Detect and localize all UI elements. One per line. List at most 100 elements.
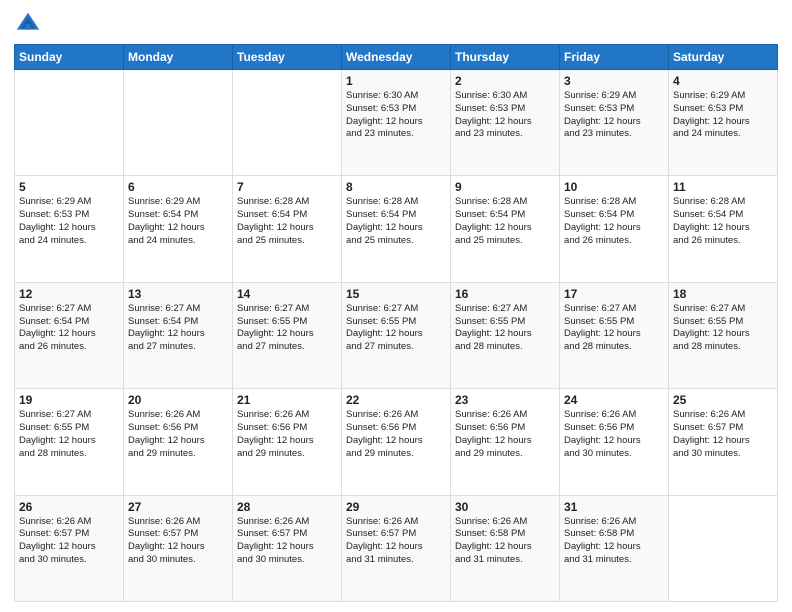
- calendar-cell: 10 Sunrise: 6:28 AM Sunset: 6:54 PM Dayli…: [560, 176, 669, 282]
- day-info: Sunrise: 6:29 AM Sunset: 6:53 PM Dayligh…: [673, 90, 773, 141]
- calendar-cell: 11 Sunrise: 6:28 AM Sunset: 6:54 PM Dayli…: [669, 176, 778, 282]
- day-number: 17: [564, 287, 664, 301]
- day-header-monday: Monday: [124, 45, 233, 70]
- day-number: 23: [455, 393, 555, 407]
- day-number: 8: [346, 180, 446, 194]
- week-row-5: 26 Sunrise: 6:26 AM Sunset: 6:57 PM Dayli…: [15, 495, 778, 601]
- logo-icon: [14, 10, 42, 38]
- day-info: Sunrise: 6:27 AM Sunset: 6:55 PM Dayligh…: [564, 303, 664, 354]
- day-number: 16: [455, 287, 555, 301]
- calendar-cell: 5 Sunrise: 6:29 AM Sunset: 6:53 PM Daylig…: [15, 176, 124, 282]
- week-row-4: 19Sunrise: 6:27 AM Sunset: 6:55 PM Dayli…: [15, 389, 778, 495]
- calendar-cell: 22Sunrise: 6:26 AM Sunset: 6:56 PM Dayli…: [342, 389, 451, 495]
- day-info: Sunrise: 6:27 AM Sunset: 6:55 PM Dayligh…: [455, 303, 555, 354]
- calendar-cell: 21 Sunrise: 6:26 AM Sunset: 6:56 PM Dayli…: [233, 389, 342, 495]
- calendar-cell: 20 Sunrise: 6:26 AM Sunset: 6:56 PM Dayli…: [124, 389, 233, 495]
- day-number: 29: [346, 500, 446, 514]
- day-info: Sunrise: 6:26 AM Sunset: 6:57 PM Dayligh…: [673, 409, 773, 460]
- day-header-sunday: Sunday: [15, 45, 124, 70]
- calendar-cell: 16 Sunrise: 6:27 AM Sunset: 6:55 PM Dayli…: [451, 282, 560, 388]
- calendar-cell: 17 Sunrise: 6:27 AM Sunset: 6:55 PM Dayli…: [560, 282, 669, 388]
- day-info: Sunrise: 6:30 AM Sunset: 6:53 PM Dayligh…: [346, 90, 446, 141]
- week-row-2: 5 Sunrise: 6:29 AM Sunset: 6:53 PM Daylig…: [15, 176, 778, 282]
- day-info: Sunrise: 6:28 AM Sunset: 6:54 PM Dayligh…: [673, 196, 773, 247]
- day-number: 19: [19, 393, 119, 407]
- calendar-cell: 12 Sunrise: 6:27 AM Sunset: 6:54 PM Dayli…: [15, 282, 124, 388]
- calendar-cell: [233, 70, 342, 176]
- day-info: Sunrise: 6:28 AM Sunset: 6:54 PM Dayligh…: [346, 196, 446, 247]
- day-info: Sunrise: 6:29 AM Sunset: 6:53 PM Dayligh…: [19, 196, 119, 247]
- calendar-cell: 25 Sunrise: 6:26 AM Sunset: 6:57 PM Dayli…: [669, 389, 778, 495]
- day-number: 4: [673, 74, 773, 88]
- calendar-cell: 27 Sunrise: 6:26 AM Sunset: 6:57 PM Dayli…: [124, 495, 233, 601]
- day-info: Sunrise: 6:27 AM Sunset: 6:54 PM Dayligh…: [19, 303, 119, 354]
- day-info: Sunrise: 6:26 AM Sunset: 6:57 PM Dayligh…: [128, 516, 228, 567]
- calendar-cell: 28 Sunrise: 6:26 AM Sunset: 6:57 PM Dayli…: [233, 495, 342, 601]
- calendar-cell: 8 Sunrise: 6:28 AM Sunset: 6:54 PM Daylig…: [342, 176, 451, 282]
- day-number: 12: [19, 287, 119, 301]
- day-number: 25: [673, 393, 773, 407]
- calendar-cell: 14 Sunrise: 6:27 AM Sunset: 6:55 PM Dayli…: [233, 282, 342, 388]
- day-info: Sunrise: 6:27 AM Sunset: 6:54 PM Dayligh…: [128, 303, 228, 354]
- day-info: Sunrise: 6:28 AM Sunset: 6:54 PM Dayligh…: [564, 196, 664, 247]
- header-row: SundayMondayTuesdayWednesdayThursdayFrid…: [15, 45, 778, 70]
- day-info: Sunrise: 6:26 AM Sunset: 6:56 PM Dayligh…: [237, 409, 337, 460]
- day-number: 7: [237, 180, 337, 194]
- day-info: Sunrise: 6:26 AM Sunset: 6:56 PM Dayligh…: [346, 409, 446, 460]
- calendar-table: SundayMondayTuesdayWednesdayThursdayFrid…: [14, 44, 778, 602]
- day-number: 31: [564, 500, 664, 514]
- day-number: 5: [19, 180, 119, 194]
- calendar-cell: [669, 495, 778, 601]
- day-number: 2: [455, 74, 555, 88]
- day-info: Sunrise: 6:26 AM Sunset: 6:56 PM Dayligh…: [455, 409, 555, 460]
- day-info: Sunrise: 6:30 AM Sunset: 6:53 PM Dayligh…: [455, 90, 555, 141]
- week-row-3: 12 Sunrise: 6:27 AM Sunset: 6:54 PM Dayli…: [15, 282, 778, 388]
- day-number: 11: [673, 180, 773, 194]
- day-info: Sunrise: 6:28 AM Sunset: 6:54 PM Dayligh…: [455, 196, 555, 247]
- calendar-cell: 24Sunrise: 6:26 AM Sunset: 6:56 PM Dayli…: [560, 389, 669, 495]
- week-row-1: 1 Sunrise: 6:30 AM Sunset: 6:53 PM Daylig…: [15, 70, 778, 176]
- day-info: Sunrise: 6:26 AM Sunset: 6:57 PM Dayligh…: [237, 516, 337, 567]
- calendar-cell: 13Sunrise: 6:27 AM Sunset: 6:54 PM Dayli…: [124, 282, 233, 388]
- logo: [14, 10, 46, 38]
- calendar-cell: [15, 70, 124, 176]
- day-number: 3: [564, 74, 664, 88]
- day-number: 1: [346, 74, 446, 88]
- day-info: Sunrise: 6:26 AM Sunset: 6:58 PM Dayligh…: [564, 516, 664, 567]
- calendar-cell: 26 Sunrise: 6:26 AM Sunset: 6:57 PM Dayli…: [15, 495, 124, 601]
- day-number: 21: [237, 393, 337, 407]
- day-number: 30: [455, 500, 555, 514]
- day-info: Sunrise: 6:27 AM Sunset: 6:55 PM Dayligh…: [237, 303, 337, 354]
- day-info: Sunrise: 6:26 AM Sunset: 6:58 PM Dayligh…: [455, 516, 555, 567]
- calendar-cell: 31 Sunrise: 6:26 AM Sunset: 6:58 PM Dayli…: [560, 495, 669, 601]
- calendar-cell: 3Sunrise: 6:29 AM Sunset: 6:53 PM Daylig…: [560, 70, 669, 176]
- day-number: 9: [455, 180, 555, 194]
- calendar-body: 1 Sunrise: 6:30 AM Sunset: 6:53 PM Daylig…: [15, 70, 778, 602]
- calendar-header: SundayMondayTuesdayWednesdayThursdayFrid…: [15, 45, 778, 70]
- day-number: 15: [346, 287, 446, 301]
- day-header-wednesday: Wednesday: [342, 45, 451, 70]
- day-info: Sunrise: 6:27 AM Sunset: 6:55 PM Dayligh…: [346, 303, 446, 354]
- calendar-cell: 30 Sunrise: 6:26 AM Sunset: 6:58 PM Dayli…: [451, 495, 560, 601]
- calendar-cell: 19Sunrise: 6:27 AM Sunset: 6:55 PM Dayli…: [15, 389, 124, 495]
- day-number: 28: [237, 500, 337, 514]
- day-number: 14: [237, 287, 337, 301]
- calendar-cell: 23 Sunrise: 6:26 AM Sunset: 6:56 PM Dayli…: [451, 389, 560, 495]
- day-info: Sunrise: 6:26 AM Sunset: 6:57 PM Dayligh…: [19, 516, 119, 567]
- day-info: Sunrise: 6:26 AM Sunset: 6:56 PM Dayligh…: [128, 409, 228, 460]
- day-header-saturday: Saturday: [669, 45, 778, 70]
- calendar-cell: 4 Sunrise: 6:29 AM Sunset: 6:53 PM Daylig…: [669, 70, 778, 176]
- day-number: 6: [128, 180, 228, 194]
- header: [14, 10, 778, 38]
- day-info: Sunrise: 6:28 AM Sunset: 6:54 PM Dayligh…: [237, 196, 337, 247]
- page: SundayMondayTuesdayWednesdayThursdayFrid…: [0, 0, 792, 612]
- day-number: 26: [19, 500, 119, 514]
- day-number: 27: [128, 500, 228, 514]
- day-number: 20: [128, 393, 228, 407]
- calendar-cell: 1 Sunrise: 6:30 AM Sunset: 6:53 PM Daylig…: [342, 70, 451, 176]
- day-info: Sunrise: 6:26 AM Sunset: 6:57 PM Dayligh…: [346, 516, 446, 567]
- day-header-friday: Friday: [560, 45, 669, 70]
- day-number: 10: [564, 180, 664, 194]
- calendar-cell: [124, 70, 233, 176]
- day-header-thursday: Thursday: [451, 45, 560, 70]
